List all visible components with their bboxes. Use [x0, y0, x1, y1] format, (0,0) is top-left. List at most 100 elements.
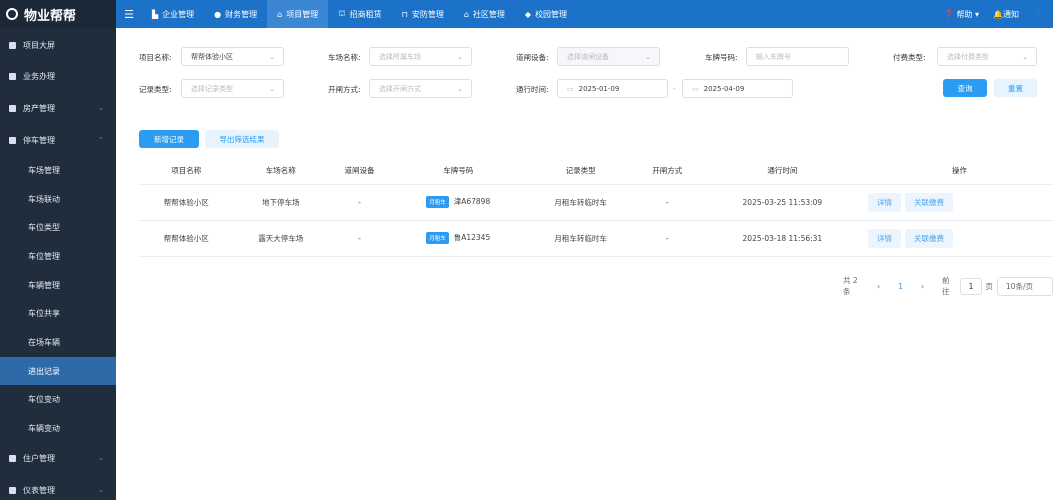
- cell-plate: 月租车 鲁A12345: [391, 220, 526, 257]
- nav-project[interactable]: ⌂ 项目管理: [267, 0, 329, 28]
- lot-select[interactable]: 选择所属车场 ⌄: [369, 47, 472, 66]
- label: 财务管理: [225, 9, 258, 19]
- open-label: 开闸方式:: [328, 85, 361, 94]
- cell-time: 2025-03-25 11:53:09: [698, 184, 867, 221]
- next-page-button[interactable]: ›: [921, 282, 924, 291]
- cell-gate: -: [328, 184, 391, 221]
- project-label: 项目名称:: [139, 53, 172, 62]
- label: 房产管理: [23, 103, 55, 113]
- building-icon: [9, 104, 16, 112]
- detail-button[interactable]: 详情: [868, 192, 902, 212]
- label: 企业管理: [162, 9, 195, 19]
- col-plate: 车牌号码: [391, 157, 526, 185]
- end-date-input[interactable]: ▭ 2025-04-09: [682, 79, 793, 98]
- sidebar-sub-records[interactable]: 进出记录: [0, 357, 116, 385]
- sidebar-sub-space[interactable]: 车位管理: [0, 242, 116, 270]
- chevron-down-icon: ⌄: [645, 52, 651, 61]
- col-actions: 操作: [866, 157, 1053, 185]
- notice-button[interactable]: 🔔通知: [993, 9, 1019, 20]
- sidebar-sub-vehicle-change[interactable]: 车辆变动: [0, 414, 116, 442]
- label: 帮助: [956, 9, 973, 19]
- goto-input[interactable]: 1: [959, 277, 983, 295]
- page-1[interactable]: 1: [898, 282, 903, 291]
- gate-label: 道闸设备:: [516, 53, 549, 62]
- cell-project: 帮帮体验小区: [139, 184, 234, 221]
- value: 2025-04-09: [703, 84, 745, 93]
- sidebar-sub-link[interactable]: 车场联动: [0, 185, 116, 213]
- label: 校园管理: [535, 9, 568, 19]
- col-gate: 道闸设备: [328, 157, 391, 185]
- nav-finance[interactable]: ● 财务管理: [204, 0, 267, 28]
- vehicle-tag: 月租车: [426, 232, 449, 244]
- caret-down-icon: ▾: [975, 9, 980, 19]
- user-icon: [9, 454, 16, 462]
- table-row: 帮帮体验小区 地下停车场 - 月租车 津A67898 月租车转临时车 - 2025…: [139, 184, 1053, 221]
- link-payment-button[interactable]: 关联缴费: [905, 192, 954, 212]
- reset-button[interactable]: 重置: [994, 79, 1037, 97]
- plate-input[interactable]: 输入车牌号: [746, 47, 849, 66]
- user-icon[interactable]: 👤: [1033, 10, 1043, 19]
- money-icon: ●: [214, 9, 222, 19]
- sidebar-sub-lot[interactable]: 车场管理: [0, 156, 116, 184]
- query-button[interactable]: 查询: [943, 79, 987, 97]
- sidebar-sub-space-type[interactable]: 车位类型: [0, 213, 116, 241]
- add-record-button[interactable]: 新增记录: [139, 130, 199, 148]
- link-payment-button[interactable]: 关联缴费: [905, 228, 954, 248]
- record-label: 记录类型:: [139, 85, 172, 94]
- pay-select[interactable]: 选择付费类型 ⌄: [937, 47, 1037, 66]
- building-icon: ▙: [152, 9, 159, 19]
- placeholder: 输入车牌号: [756, 52, 791, 61]
- label: 仪表管理: [23, 485, 55, 495]
- records-table: 项目名称 车场名称 道闸设备 车牌号码 记录类型 开闸方式 通行时间 操作 帮帮…: [139, 157, 1053, 257]
- open-select[interactable]: 选择开闸方式 ⌄: [369, 79, 472, 98]
- menu-toggle-icon[interactable]: ☰: [116, 8, 142, 21]
- sidebar-sub-vehicle[interactable]: 车辆管理: [0, 271, 116, 299]
- nav-campus[interactable]: ◆ 校园管理: [515, 0, 577, 28]
- value: 10条/页: [1005, 281, 1033, 291]
- cell-type: 月租车转临时车: [525, 184, 636, 221]
- value: 2025-01-09: [578, 84, 620, 93]
- sidebar-item-parking[interactable]: 停车管理 ⌃: [0, 126, 116, 154]
- nav-enterprise[interactable]: ▙ 企业管理: [142, 0, 204, 28]
- meter-icon: [9, 486, 16, 494]
- page-size-select[interactable]: 10条/页: [996, 276, 1053, 296]
- label: 通知: [1003, 9, 1020, 19]
- plate: 鲁A12345: [453, 233, 491, 242]
- col-lot: 车场名称: [233, 157, 328, 185]
- logo-icon: [6, 8, 18, 20]
- sidebar-sub-space-change[interactable]: 车位变动: [0, 385, 116, 413]
- chevron-down-icon: ⌄: [98, 486, 104, 494]
- start-date-input[interactable]: ▭ 2025-01-09: [557, 79, 668, 98]
- prev-page-button[interactable]: ‹: [877, 282, 880, 291]
- col-time: 通行时间: [698, 157, 867, 185]
- help-menu[interactable]: ❓ 帮助 ▾: [944, 9, 979, 20]
- nav-community[interactable]: ⌂ 社区管理: [454, 0, 515, 28]
- car-icon: [9, 136, 16, 144]
- record-select[interactable]: 选择记录类型 ⌄: [181, 79, 284, 98]
- chevron-down-icon: ⌄: [98, 104, 104, 112]
- lock-icon: ⊓: [401, 9, 408, 19]
- sidebar-item-property[interactable]: 房产管理 ⌄: [0, 94, 116, 122]
- nav-security[interactable]: ⊓ 安防管理: [392, 0, 454, 28]
- sidebar-sub-present[interactable]: 在场车辆: [0, 328, 116, 356]
- cell-gate: -: [328, 220, 391, 257]
- label: 停车管理: [23, 135, 55, 145]
- sidebar-item-business[interactable]: 业务办理: [0, 62, 116, 90]
- calendar-icon: ▭: [692, 84, 699, 93]
- nav-leasing[interactable]: ⛫ 招商租赁: [328, 0, 391, 28]
- chevron-down-icon: ⌄: [1022, 52, 1028, 61]
- sidebar-item-screen[interactable]: 项目大屏: [0, 31, 116, 59]
- time-label: 通行时间:: [516, 85, 549, 94]
- sidebar-sub-share[interactable]: 车位共享: [0, 299, 116, 327]
- cell-open: -: [635, 184, 699, 221]
- detail-button[interactable]: 详情: [868, 228, 902, 248]
- sidebar-item-residents[interactable]: 住户管理 ⌄: [0, 444, 116, 472]
- project-select[interactable]: 帮帮体验小区 ⌄: [181, 47, 284, 66]
- export-button[interactable]: 导出筛选结果: [205, 130, 279, 148]
- total-count: 共 2 条: [843, 276, 858, 296]
- goto-label: 前往: [942, 276, 950, 296]
- gate-select[interactable]: 选择道闸设备 ⌄: [557, 47, 660, 66]
- calendar-icon: ▭: [567, 84, 574, 93]
- plate: 津A67898: [453, 197, 491, 206]
- date-separator: -: [673, 84, 676, 93]
